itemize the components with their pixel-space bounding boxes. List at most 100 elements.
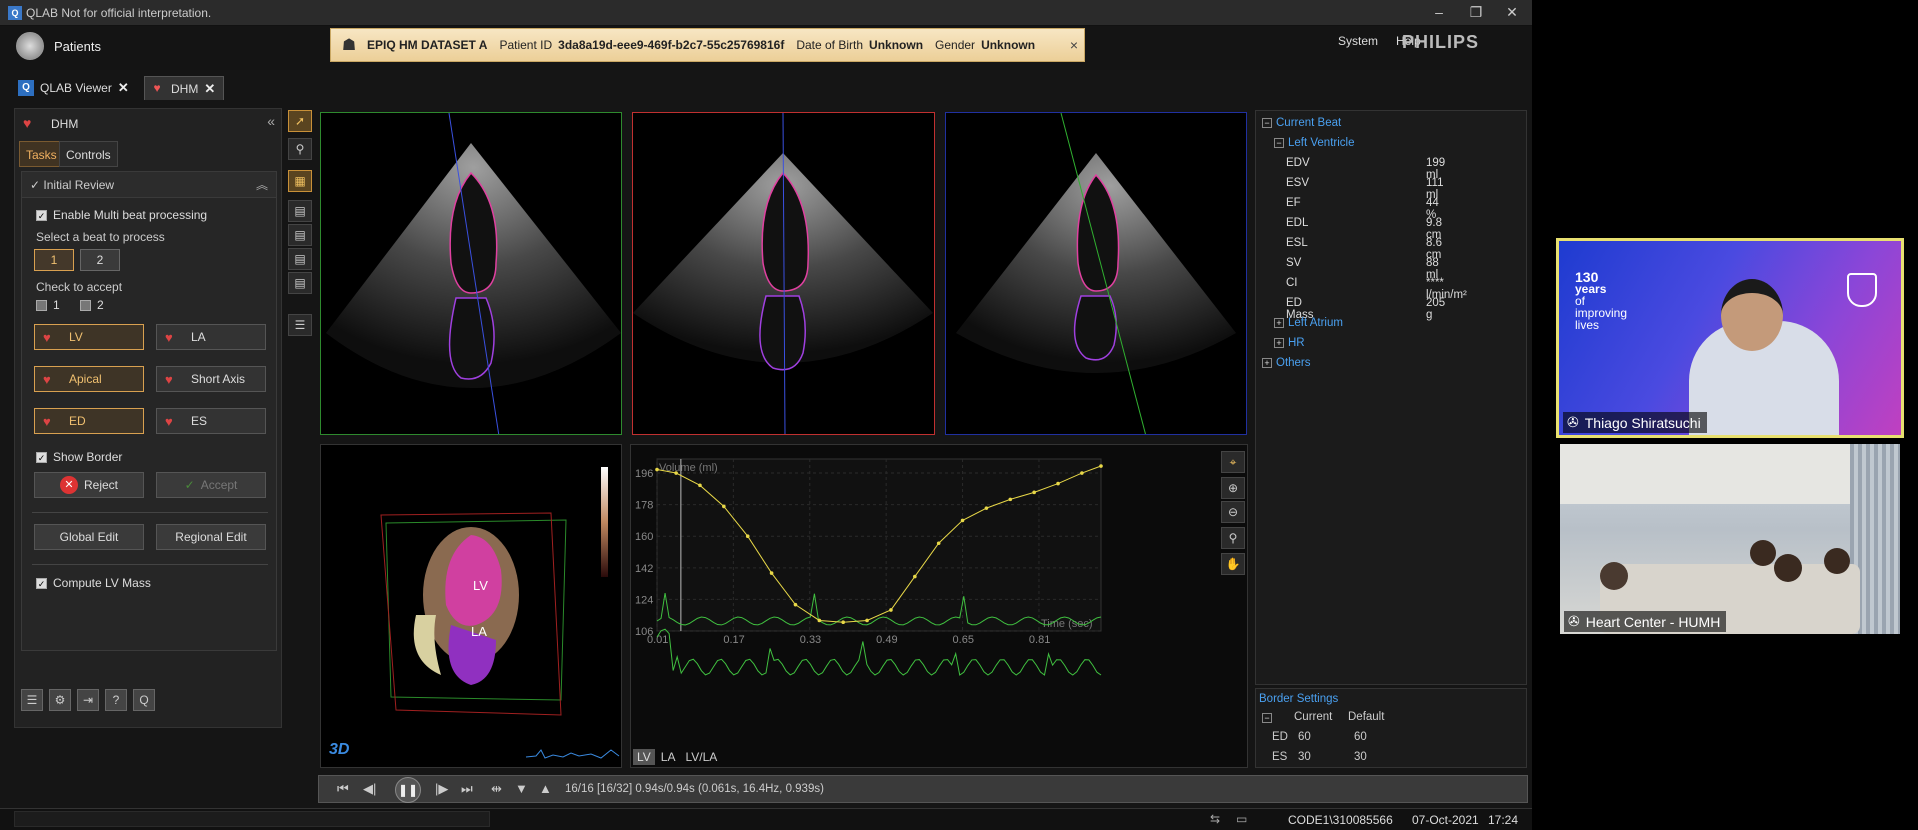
expand-icon[interactable]: + (1262, 358, 1272, 368)
faster-icon[interactable]: ▲ (539, 781, 552, 796)
slower-icon[interactable]: ▼ (515, 781, 528, 796)
3d-view[interactable]: LV LA 3D (320, 444, 622, 768)
curve-tab-la[interactable]: LA (657, 749, 680, 765)
heart-icon: ♥ (43, 329, 51, 345)
pin-icon: ✇ (1568, 613, 1580, 629)
tab-dhm[interactable]: ♥ DHM ✕ (144, 76, 225, 100)
volume-data-point (936, 541, 941, 546)
border-settings-panel: Border Settings − Current Default ED 60 … (1255, 688, 1527, 768)
y-axis-label: Volume (ml) (659, 462, 718, 474)
left-ventricle-node[interactable]: − Left Ventricle (1274, 137, 1354, 149)
next-frame-icon[interactable]: |▶ (435, 781, 448, 797)
beat-2-button[interactable]: 2 (80, 249, 120, 271)
expand-icon[interactable]: + (1274, 318, 1284, 328)
zoom-fit-icon[interactable]: ⚲ (1221, 527, 1245, 549)
close-window-button[interactable]: ✕ (1497, 4, 1527, 21)
section-header[interactable]: ✓ Initial Review ︽ (22, 172, 276, 198)
pan-hand-icon[interactable]: ✋ (1221, 553, 1245, 575)
regional-edit-button[interactable]: Regional Edit (156, 524, 266, 550)
tab-controls[interactable]: Controls (59, 141, 118, 167)
left-atrium-node[interactable]: + Left Atrium (1274, 317, 1343, 329)
echo-image-2 (633, 113, 933, 434)
measurement-name: CI (1286, 277, 1298, 289)
patients-button[interactable]: Patients (16, 32, 101, 60)
first-frame-icon[interactable]: ⏮ (337, 781, 349, 797)
enable-multibeat-checkbox[interactable]: ✓ Enable Multi beat processing (36, 208, 207, 222)
collapse-icon[interactable]: − (1262, 118, 1272, 128)
list-view-icon[interactable]: ☰ (288, 314, 312, 336)
apical-button[interactable]: ♥ Apical (34, 366, 144, 392)
compute-lv-mass-checkbox[interactable]: ✓ Compute LV Mass (36, 576, 151, 590)
zoom-out-icon[interactable]: ⊖ (1221, 501, 1245, 523)
ed-button[interactable]: ♥ ED (34, 408, 144, 434)
beat-1-button[interactable]: 1 (34, 249, 74, 271)
frame-info: 16/16 [16/32] 0.94s/0.94s (0.061s, 16.4H… (565, 783, 824, 795)
volume-data-point (698, 483, 702, 488)
banner-close-button[interactable]: × (1070, 37, 1078, 53)
reject-button[interactable]: ✕ Reject (34, 472, 144, 498)
layout-1-icon[interactable]: ▤ (288, 200, 312, 222)
crosshair-icon[interactable]: ⌖ (1221, 451, 1245, 473)
es-button[interactable]: ♥ ES (156, 408, 266, 434)
pause-button[interactable]: ❚❚ (395, 777, 421, 803)
curve-tab-lv-la[interactable]: LV/LA (681, 749, 721, 765)
zoom-in-icon[interactable]: ⊕ (1221, 477, 1245, 499)
divider (32, 564, 268, 565)
echo-view-2[interactable] (632, 112, 935, 435)
bs-row-current[interactable]: 60 (1298, 731, 1311, 743)
accept-button[interactable]: ✓ Accept (156, 472, 266, 498)
minimize-button[interactable]: – (1424, 4, 1454, 20)
echo-view-3[interactable] (945, 112, 1247, 435)
layout-grid-icon[interactable]: ▦ (288, 170, 312, 192)
tab-tasks[interactable]: Tasks (19, 141, 64, 167)
others-node[interactable]: + Others (1262, 357, 1311, 369)
qlab-icon[interactable]: Q (133, 689, 155, 711)
collapse-panel-icon[interactable]: « (267, 113, 275, 129)
pointer-icon[interactable]: ➚ (288, 110, 312, 132)
echo-image-1 (326, 113, 621, 434)
collapse-icon[interactable]: − (1262, 713, 1272, 723)
philips-logo: PHILIPS (1402, 32, 1480, 52)
layout-4-icon[interactable]: ▤ (288, 272, 312, 294)
lv-button[interactable]: ♥ LV (34, 324, 144, 350)
tab-qlab-viewer[interactable]: Q QLAB Viewer ✕ (14, 76, 137, 100)
loop-icon[interactable]: ⇹ (491, 781, 502, 797)
prev-frame-icon[interactable]: ◀| (363, 781, 376, 797)
collapse-icon[interactable]: − (1274, 138, 1284, 148)
person-2 (1750, 540, 1776, 566)
curve-tab-lv[interactable]: LV (633, 749, 655, 765)
short-axis-button[interactable]: ♥ Short Axis (156, 366, 266, 392)
chevron-up-icon[interactable]: ︽ (256, 176, 268, 193)
echo-view-1[interactable] (320, 112, 622, 435)
heart-icon: ♥ (43, 413, 51, 429)
volume-data-point (817, 618, 822, 623)
layout-3-icon[interactable]: ▤ (288, 248, 312, 270)
maximize-button[interactable]: ❐ (1461, 4, 1491, 21)
help-icon[interactable]: ? (105, 689, 127, 711)
close-tab-icon[interactable]: ✕ (118, 80, 129, 96)
status-time: 17:24 (1488, 813, 1519, 827)
hr-node[interactable]: + HR (1274, 337, 1305, 349)
current-beat-node[interactable]: − Current Beat (1262, 117, 1341, 129)
magnify-icon[interactable]: ⚲ (288, 138, 312, 160)
layout-2-icon[interactable]: ▤ (288, 224, 312, 246)
video-tile-presenter[interactable]: 130 years of improving lives ✇ Thiago Shi… (1556, 238, 1904, 438)
close-tab-icon[interactable]: ✕ (204, 81, 215, 97)
global-edit-button[interactable]: Global Edit (34, 524, 144, 550)
show-border-checkbox[interactable]: ✓ Show Border (36, 450, 122, 464)
gear-icon[interactable]: ⚙ (49, 689, 71, 711)
export-icon[interactable]: ⇥ (77, 689, 99, 711)
expand-icon[interactable]: + (1274, 338, 1284, 348)
volume-data-point (1032, 490, 1036, 495)
bs-row-current[interactable]: 30 (1298, 751, 1311, 763)
last-frame-icon[interactable]: ⏭ (461, 781, 473, 797)
list-icon[interactable]: ☰ (21, 689, 43, 711)
la-button[interactable]: ♥ LA (156, 324, 266, 350)
system-menu[interactable]: System (1338, 34, 1378, 48)
accept-beat-2-checkbox[interactable]: . 2 (80, 298, 104, 312)
volume-data-point (1099, 464, 1103, 468)
volume-data-point (745, 534, 750, 539)
participant-name-1: ✇ Thiago Shiratsuchi (1563, 412, 1707, 433)
video-tile-room[interactable]: ✇ Heart Center - HUMH (1560, 444, 1900, 634)
accept-beat-1-checkbox[interactable]: . 1 (36, 298, 60, 312)
